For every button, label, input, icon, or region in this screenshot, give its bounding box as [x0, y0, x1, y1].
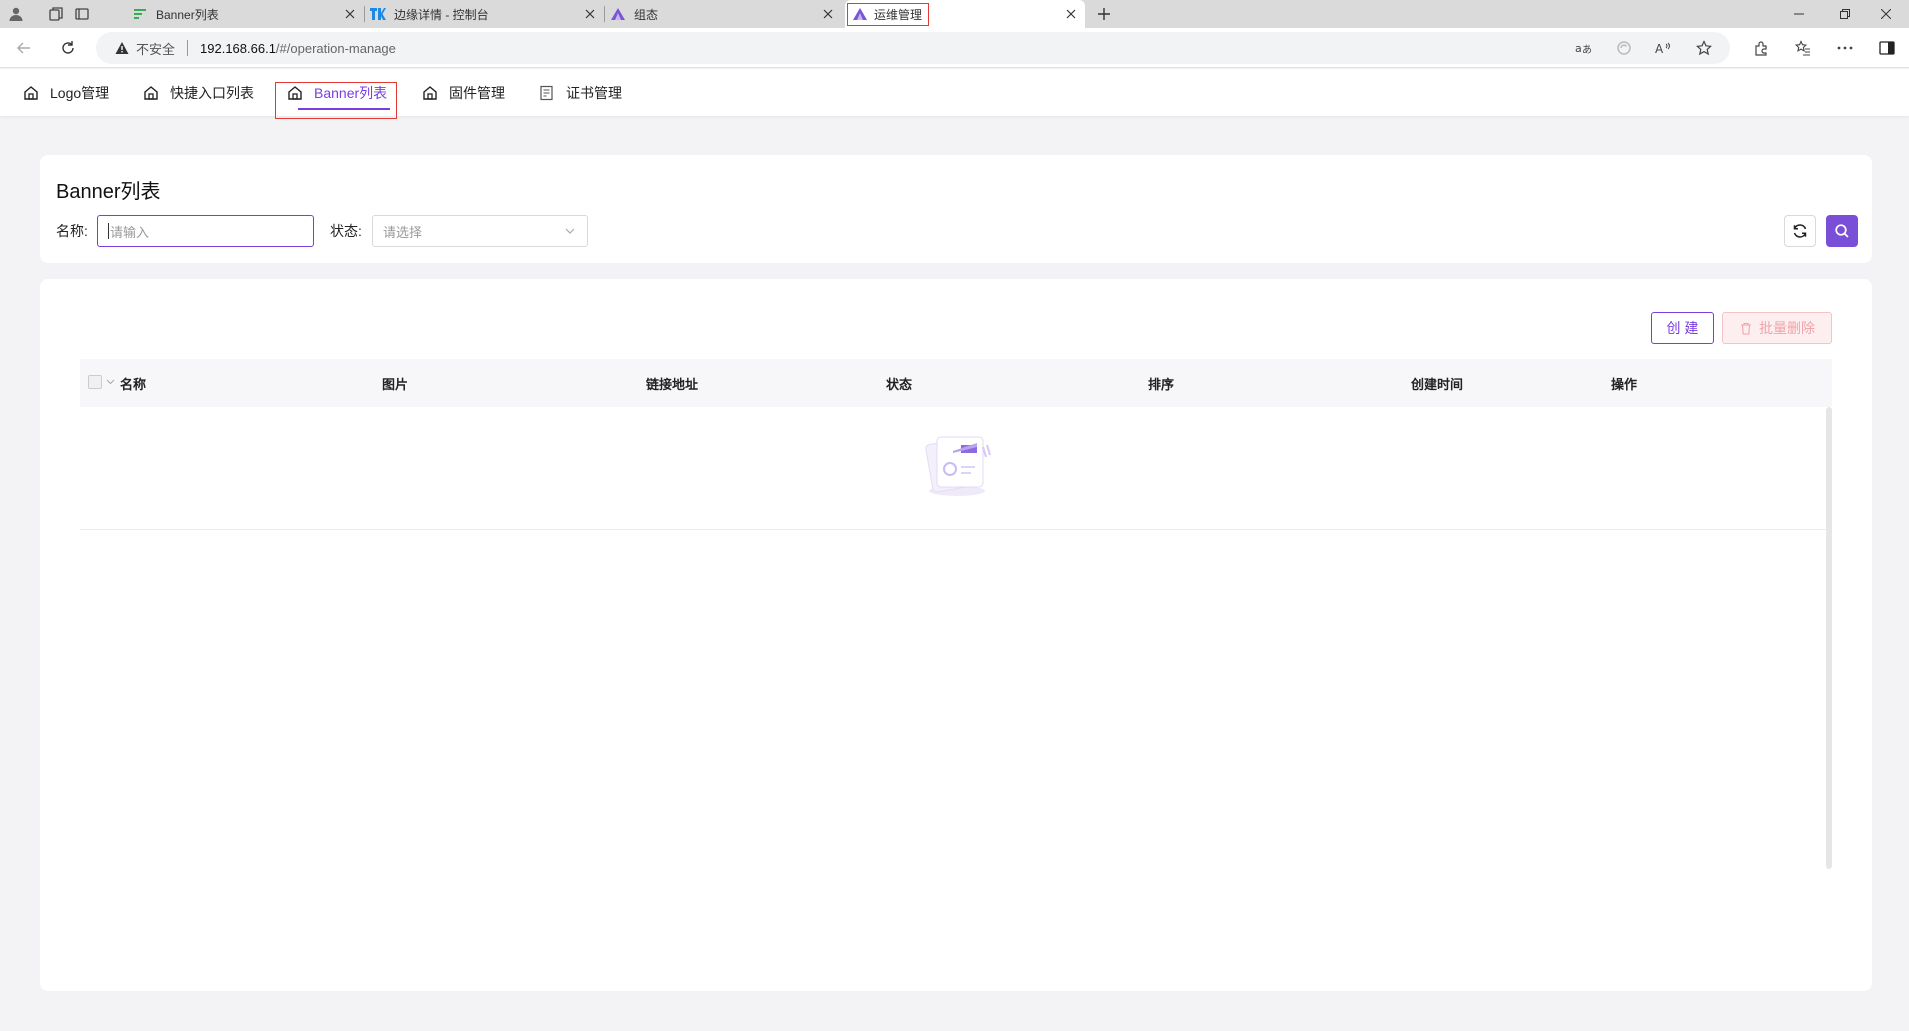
- back-icon[interactable]: [10, 34, 38, 62]
- url-path: /#/operation-manage: [275, 40, 396, 56]
- nav-item-label: 固件管理: [449, 84, 505, 101]
- certificate-icon: [538, 84, 556, 102]
- nav-item-logo[interactable]: Logo管理: [22, 69, 109, 116]
- nav-item-firmware[interactable]: 固件管理: [421, 69, 505, 116]
- browser-toolbar: 不安全 192.168.66.1/#/operation-manage aあ A: [0, 28, 1909, 68]
- search-card: Banner列表 名称: 请输入 状态: 请选择: [40, 155, 1872, 263]
- security-label[interactable]: 不安全: [136, 39, 175, 58]
- name-input-placeholder: 请输入: [110, 224, 150, 240]
- close-window-icon[interactable]: [1863, 0, 1909, 28]
- more-icon[interactable]: [1829, 36, 1861, 60]
- empty-data-illustration: [925, 436, 991, 496]
- nav-item-banner[interactable]: Banner列表: [286, 69, 396, 116]
- status-select[interactable]: 请选择: [372, 215, 588, 247]
- close-tab-icon[interactable]: [340, 4, 360, 24]
- svg-text:a: a: [1575, 42, 1582, 55]
- svg-text:あ: あ: [1582, 44, 1592, 55]
- browser-tab-title: Banner列表: [156, 7, 219, 22]
- active-tab-highlight: 运维管理: [847, 2, 930, 26]
- column-header: 链接地址: [646, 376, 699, 392]
- column-header: 图片: [382, 376, 409, 392]
- search-button[interactable]: [1826, 215, 1858, 247]
- name-input[interactable]: 请输入: [97, 215, 314, 247]
- home-icon: [142, 84, 160, 102]
- chevron-down-icon[interactable]: [106, 375, 116, 389]
- active-tab-underline: [298, 108, 390, 110]
- close-tab-icon[interactable]: [580, 4, 600, 24]
- refresh-icon: [1793, 224, 1807, 238]
- home-icon: [22, 84, 40, 102]
- close-tab-icon[interactable]: [818, 4, 838, 24]
- url-text[interactable]: 192.168.66.1/#/operation-manage: [200, 41, 396, 56]
- status-field-label: 状态:: [330, 223, 362, 239]
- app-top-nav: Logo管理 快捷入口列表 Banner列表 固件管理 证书管理: [0, 69, 1909, 116]
- nav-item-label: Logo管理: [50, 84, 110, 101]
- browser-toolbar-right: [1745, 36, 1903, 60]
- banner-list-favicon-icon: [132, 6, 148, 22]
- home-icon: [421, 84, 439, 102]
- table-header: 名称 图片 链接地址 状态 排序 创建时间 操作: [80, 359, 1832, 407]
- warning-icon[interactable]: [114, 40, 130, 56]
- nav-item-label: 证书管理: [566, 84, 622, 101]
- refresh-circle-icon[interactable]: [1608, 36, 1640, 60]
- nav-item-label: 快捷入口列表: [170, 84, 254, 101]
- browser-tab-title: 组态: [634, 7, 659, 22]
- reload-icon[interactable]: [54, 34, 82, 62]
- sidebar-icon[interactable]: [1871, 36, 1903, 60]
- name-field-label: 名称:: [56, 223, 88, 239]
- extensions-icon[interactable]: [1745, 36, 1777, 60]
- address-bar-actions: aあ A: [1568, 36, 1720, 60]
- browser-tab-strip: Banner列表 边缘详情 - 控制台 组态 运维管理: [0, 0, 1909, 28]
- browser-tab[interactable]: 组态: [604, 0, 842, 28]
- column-header: 名称: [120, 376, 147, 392]
- column-header: 状态: [886, 376, 913, 392]
- address-bar[interactable]: 不安全 192.168.66.1/#/operation-manage aあ A: [96, 32, 1730, 64]
- favorite-star-icon[interactable]: [1688, 36, 1720, 60]
- create-button[interactable]: 创 建: [1651, 312, 1714, 344]
- reset-button[interactable]: [1784, 215, 1816, 247]
- browser-tab-title: 运维管理: [874, 7, 923, 22]
- select-all-checkbox[interactable]: [88, 375, 102, 389]
- minimize-icon[interactable]: [1776, 0, 1822, 28]
- close-tab-icon[interactable]: [1061, 4, 1081, 24]
- translate-icon[interactable]: aあ: [1568, 36, 1600, 60]
- trash-icon: [1739, 321, 1753, 335]
- nav-item-label: Banner列表: [314, 84, 388, 101]
- favorites-icon[interactable]: [1787, 36, 1819, 60]
- table-card: 创 建 批量删除 名称 图片 链接地址 状态 排序 创建时间 操作: [40, 279, 1872, 991]
- url-host: 192.168.66.1: [200, 40, 276, 56]
- read-aloud-icon[interactable]: A: [1648, 36, 1680, 60]
- app-triangle-favicon-icon: [610, 6, 626, 22]
- create-button-label: 创 建: [1666, 320, 1699, 336]
- page-title: Banner列表: [56, 181, 161, 203]
- browser-tab[interactable]: Banner列表: [126, 0, 365, 28]
- address-divider: [187, 40, 189, 56]
- tab-actions-icon[interactable]: [70, 2, 94, 26]
- bulk-delete-label: 批量删除: [1759, 320, 1815, 336]
- tk-favicon-icon: [370, 6, 386, 22]
- browser-tab[interactable]: 边缘详情 - 控制台: [364, 0, 605, 28]
- text-caret: [108, 223, 109, 239]
- nav-item-certificate[interactable]: 证书管理: [538, 69, 622, 116]
- profile-icon[interactable]: [4, 2, 28, 26]
- browser-tab-title: 边缘详情 - 控制台: [394, 7, 489, 22]
- search-icon: [1835, 224, 1849, 238]
- table-scrollbar[interactable]: [1826, 407, 1832, 869]
- browser-tab-active[interactable]: 运维管理: [845, 0, 1085, 28]
- bulk-delete-button[interactable]: 批量删除: [1722, 312, 1832, 344]
- restore-icon[interactable]: [1822, 0, 1868, 28]
- table-empty-state: [80, 407, 1832, 530]
- svg-text:A: A: [1655, 42, 1664, 55]
- chevron-down-icon: [565, 228, 575, 234]
- app-triangle-favicon-icon: [852, 6, 868, 22]
- collections-icon[interactable]: [44, 2, 68, 26]
- new-tab-icon[interactable]: [1092, 2, 1116, 26]
- home-icon: [286, 84, 304, 102]
- nav-item-shortcuts[interactable]: 快捷入口列表: [142, 69, 254, 116]
- column-header: 排序: [1148, 376, 1175, 392]
- column-header: 操作: [1611, 376, 1638, 392]
- status-select-placeholder: 请选择: [383, 224, 423, 240]
- column-header: 创建时间: [1411, 376, 1464, 392]
